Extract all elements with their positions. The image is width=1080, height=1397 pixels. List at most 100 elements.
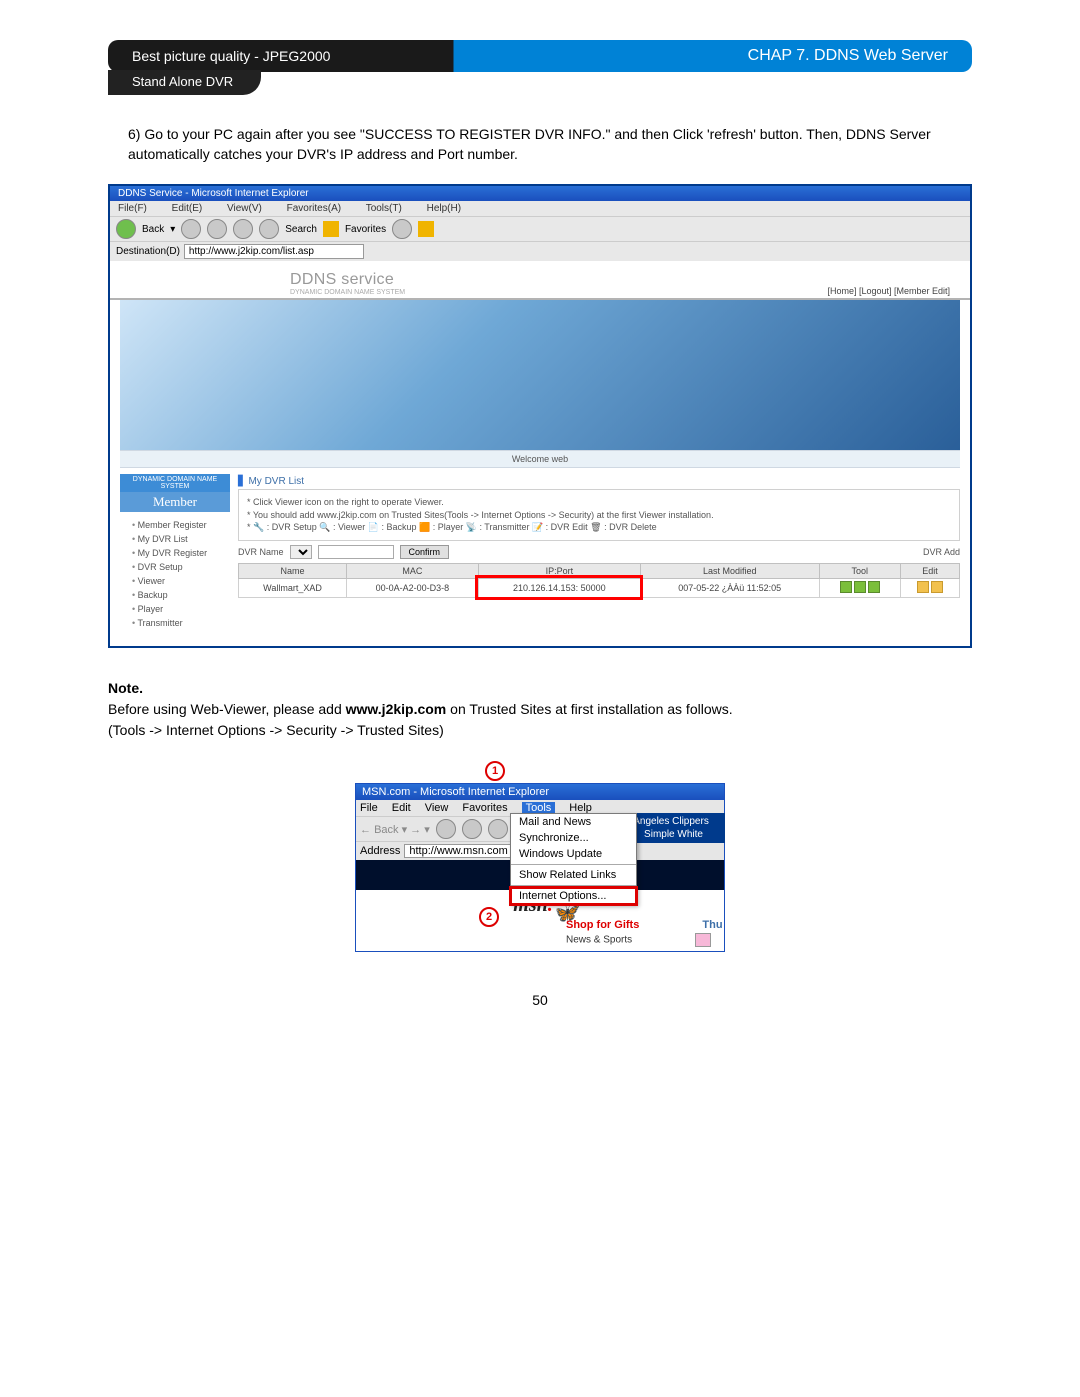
ie-window-msn: MSN.com - Microsoft Internet Explorer Fi…	[355, 783, 725, 952]
note-line1a: Before using Web-Viewer, please add	[108, 701, 346, 717]
dropdown-separator	[511, 864, 636, 865]
menu-help[interactable]: Help(H)	[427, 203, 461, 214]
dvr-table: Name MAC IP:Port Last Modified Tool Edit…	[238, 563, 960, 598]
dvr-add-link[interactable]: DVR Add	[923, 547, 960, 557]
favorites-label[interactable]: Favorites	[345, 224, 386, 235]
side-item[interactable]: My DVR List	[124, 532, 226, 546]
dropdown-item[interactable]: Show Related Links	[511, 867, 636, 883]
note-line1c: on Trusted Sites at first installation a…	[450, 701, 732, 717]
side-item[interactable]: Backup	[124, 588, 226, 602]
ie2-wrap: 1 MSN.com - Microsoft Internet Explorer …	[355, 761, 725, 952]
ddns-links[interactable]: [Home] [Logout] [Member Edit]	[827, 286, 950, 296]
refresh-icon[interactable]	[233, 219, 253, 239]
ie1-titlebar: DDNS Service - Microsoft Internet Explor…	[110, 186, 970, 201]
note-line2: (Tools -> Internet Options -> Security -…	[108, 720, 972, 741]
side-head-title: Member	[120, 492, 230, 512]
menu-edit[interactable]: Edit(E)	[172, 203, 203, 214]
side-panel: DYNAMIC DOMAIN NAME SYSTEM Member Member…	[120, 474, 230, 636]
step-text: 6) Go to your PC again after you see "SU…	[128, 125, 972, 164]
page-number: 50	[108, 992, 972, 1008]
stop-icon[interactable]	[436, 819, 456, 839]
th-edit: Edit	[900, 563, 959, 578]
ie1-toolbar: Back ▾ Search Favorites	[110, 216, 970, 241]
hint-line: * Click Viewer icon on the right to oper…	[247, 496, 951, 509]
back-icon[interactable]	[116, 219, 136, 239]
menu-file[interactable]: File(F)	[118, 203, 147, 214]
ddns-banner-image	[120, 300, 960, 450]
side-head-small: DYNAMIC DOMAIN NAME SYSTEM	[120, 474, 230, 492]
confirm-button[interactable]: Confirm	[400, 545, 450, 559]
msn-sub: Shop for Gifts Thu	[356, 919, 724, 933]
menu-view[interactable]: View	[425, 802, 449, 814]
side-item[interactable]: My DVR Register	[124, 546, 226, 560]
menu-view[interactable]: View(V)	[227, 203, 262, 214]
ddns-title: DDNS service	[290, 271, 405, 289]
cell-modified: 007-05-22 ¿ÀÀü 11:52:05	[640, 578, 819, 597]
back-label: ← Back ▾ → ▾	[360, 823, 430, 836]
dropdown-item[interactable]: Windows Update	[511, 846, 636, 862]
addr-label: Address	[360, 845, 400, 857]
home-icon[interactable]	[259, 219, 279, 239]
header-sub: Stand Alone DVR	[108, 70, 261, 95]
side-item[interactable]: Viewer	[124, 574, 226, 588]
cell-tool[interactable]	[819, 578, 900, 597]
cell-edit[interactable]	[900, 578, 959, 597]
menu-fav[interactable]: Favorites(A)	[287, 203, 341, 214]
hint-line: * You should add www.j2kip.com on Truste…	[247, 509, 951, 522]
note-block: Note. Before using Web-Viewer, please ad…	[108, 678, 972, 741]
folder-icon[interactable]	[418, 221, 434, 237]
filter-label: DVR Name	[238, 547, 284, 557]
msn-sub2: News & Sports	[356, 933, 724, 951]
main-panel: My DVR List * Click Viewer icon on the r…	[238, 474, 960, 636]
addr-label: Destination(D)	[116, 246, 180, 257]
favorites-star-icon[interactable]	[323, 221, 339, 237]
callout-1: 1	[485, 761, 505, 781]
hint-box: * Click Viewer icon on the right to oper…	[238, 489, 960, 541]
header-left: Best picture quality - JPEG2000	[108, 48, 478, 64]
addr-url[interactable]: http://www.msn.com	[404, 844, 512, 858]
stop-icon[interactable]	[207, 219, 227, 239]
side-item[interactable]: Member Register	[124, 518, 226, 532]
cell-ipport: 210.126.14.153: 50000	[478, 578, 640, 597]
home-icon[interactable]	[488, 819, 508, 839]
ie2-titlebar: MSN.com - Microsoft Internet Explorer	[356, 784, 724, 800]
menu-file[interactable]: File	[360, 802, 378, 814]
thu-label: Thu	[702, 919, 722, 931]
search-label[interactable]: Search	[285, 224, 317, 235]
dropdown-item[interactable]: Synchronize...	[511, 830, 636, 846]
table-row: Wallmart_XAD 00-0A-A2-00-D3-8 210.126.14…	[239, 578, 960, 597]
note-heading: Note.	[108, 678, 972, 699]
cell-name: Wallmart_XAD	[239, 578, 347, 597]
dropdown-item[interactable]: Mail and News	[511, 814, 636, 830]
side-item[interactable]: Player	[124, 602, 226, 616]
back-label[interactable]: Back	[142, 224, 164, 235]
panel-title: My DVR List	[238, 474, 960, 489]
ie1-addressbar: Destination(D) http://www.j2kip.com/list…	[110, 241, 970, 261]
dropdown-internet-options[interactable]: Internet Options...	[511, 888, 636, 904]
dropdown-separator	[511, 885, 636, 886]
ie1-menubar: File(F) Edit(E) View(V) Favorites(A) Too…	[110, 201, 970, 216]
addr-url[interactable]: http://www.j2kip.com/list.asp	[184, 244, 364, 259]
menu-edit[interactable]: Edit	[392, 802, 411, 814]
forward-icon[interactable]	[181, 219, 201, 239]
filter-input[interactable]	[318, 545, 394, 559]
header-right: CHAP 7. DDNS Web Server	[478, 47, 972, 65]
th-name: Name	[239, 563, 347, 578]
menu-tools[interactable]: Tools(T)	[366, 203, 402, 214]
note-domain: www.j2kip.com	[346, 701, 447, 717]
cell-mac: 00-0A-A2-00-D3-8	[347, 578, 479, 597]
side-item[interactable]: Transmitter	[124, 616, 226, 630]
doc-header: Best picture quality - JPEG2000 CHAP 7. …	[108, 40, 972, 72]
news-link[interactable]: News & Sports	[566, 935, 632, 946]
strip-line: s Angeles Clippers	[626, 815, 721, 828]
refresh-icon[interactable]	[462, 819, 482, 839]
media-icon[interactable]	[392, 219, 412, 239]
side-item[interactable]: DVR Setup	[124, 560, 226, 574]
th-tool: Tool	[819, 563, 900, 578]
shop-link[interactable]: Shop for Gifts	[566, 919, 639, 931]
menu-fav[interactable]: Favorites	[462, 802, 507, 814]
welcome-strip: Welcome web	[120, 450, 960, 468]
filter-select[interactable]	[290, 545, 312, 559]
ddns-subtitle: DYNAMIC DOMAIN NAME SYSTEM	[290, 289, 405, 296]
msn-right-strip: s Angeles Clippers Simple White	[622, 813, 725, 843]
